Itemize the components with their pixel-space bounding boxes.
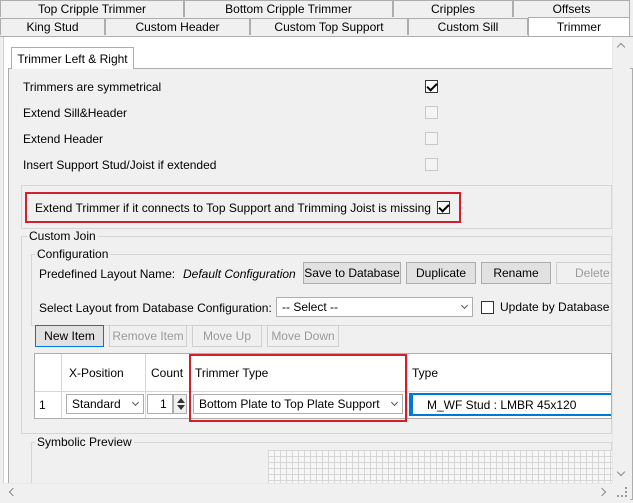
header-x-position[interactable]: X-Position <box>69 366 124 380</box>
extend-trimmer-checkbox[interactable] <box>437 201 450 214</box>
insert-support-label: Insert Support Stud/Joist if extended <box>23 158 217 172</box>
row-index: 1 <box>39 398 46 412</box>
extend-header-checkbox[interactable] <box>425 132 438 145</box>
tab-custom-sill[interactable]: Custom Sill <box>408 18 528 35</box>
extend-header-label: Extend Header <box>23 132 104 146</box>
header-count[interactable]: Count <box>151 366 183 380</box>
remove-item-button[interactable]: Remove Item <box>109 325 187 347</box>
x-position-dropdown[interactable]: Standard <box>66 394 144 414</box>
chevron-down-icon <box>131 398 140 407</box>
horizontal-scrollbar[interactable] <box>3 483 612 500</box>
tab-custom-header[interactable]: Custom Header <box>105 18 250 35</box>
tab-king-stud[interactable]: King Stud <box>0 18 105 35</box>
predefined-layout-label: Predefined Layout Name: <box>39 267 176 281</box>
extend-trimmer-label: Extend Trimmer if it connects to Top Sup… <box>35 201 431 215</box>
count-stepper[interactable] <box>173 394 187 414</box>
tab-bottom-cripple-trimmer[interactable]: Bottom Cripple Trimmer <box>184 0 393 17</box>
scroll-left-icon[interactable] <box>8 487 18 497</box>
configuration-title: Configuration <box>35 247 111 261</box>
symbolic-preview-title: Symbolic Preview <box>35 435 134 449</box>
tab-cripples[interactable]: Cripples <box>393 0 513 17</box>
update-by-database-label: Update by Database <box>500 300 610 314</box>
vertical-scrollbar[interactable] <box>612 37 630 483</box>
rename-button[interactable]: Rename <box>481 262 551 284</box>
duplicate-button[interactable]: Duplicate <box>406 262 476 284</box>
save-to-database-button[interactable]: Save to Database <box>303 262 401 284</box>
trimmer-type-highlight <box>189 354 407 422</box>
new-item-button[interactable]: New Item <box>35 325 104 347</box>
symbolic-preview-canvas <box>268 450 612 484</box>
stepper-up-icon[interactable] <box>177 398 185 403</box>
extend-sill-header-checkbox[interactable] <box>425 106 438 119</box>
scroll-down-icon[interactable] <box>616 467 626 477</box>
move-up-button[interactable]: Move Up <box>192 325 262 347</box>
scroll-up-icon[interactable] <box>616 42 626 52</box>
type-cell-selection: M_WF Stud : LMBR 45x120 <box>409 393 611 416</box>
chevron-down-icon <box>460 301 469 310</box>
extend-sill-header-label: Extend Sill&Header <box>23 106 128 120</box>
count-input[interactable]: 1 <box>147 394 173 414</box>
move-down-button[interactable]: Move Down <box>267 325 339 347</box>
tab-custom-top-support[interactable]: Custom Top Support <box>250 18 408 35</box>
predefined-layout-value: Default Configuration <box>183 267 296 281</box>
stepper-down-icon[interactable] <box>177 405 185 410</box>
tab-offsets[interactable]: Offsets <box>513 0 630 17</box>
insert-support-checkbox[interactable] <box>425 158 438 171</box>
resize-grip[interactable] <box>612 483 630 500</box>
custom-join-title: Custom Join <box>27 229 98 243</box>
scroll-right-icon[interactable] <box>597 487 607 497</box>
symmetrical-checkbox[interactable] <box>425 80 438 93</box>
select-layout-dropdown[interactable]: -- Select -- <box>276 297 473 317</box>
tab-trimmer[interactable]: Trimmer <box>528 17 630 36</box>
update-by-database-checkbox[interactable] <box>481 301 494 314</box>
tab-trimmer-left-right[interactable]: Trimmer Left & Right <box>11 47 134 69</box>
select-layout-label: Select Layout from Database Configuratio… <box>39 301 272 315</box>
delete-button[interactable]: Delete <box>556 262 612 284</box>
header-type[interactable]: Type <box>412 366 438 380</box>
type-cell[interactable]: M_WF Stud : LMBR 45x120 <box>413 395 611 414</box>
symmetrical-label: Trimmers are symmetrical <box>23 80 162 94</box>
tab-top-cripple-trimmer[interactable]: Top Cripple Trimmer <box>0 0 184 17</box>
